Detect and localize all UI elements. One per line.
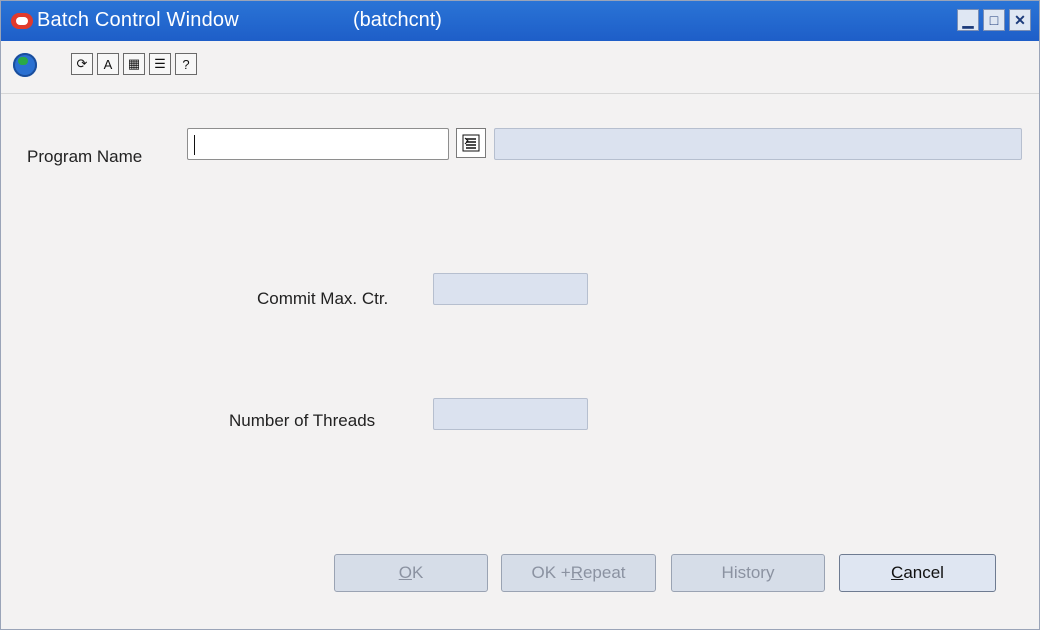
commit-max-field (433, 273, 588, 305)
spell-icon[interactable]: A (97, 53, 119, 75)
toolbar: ⟳ A ▦ ☰ ? (1, 41, 1039, 94)
ok-repeat-rest: epeat (582, 563, 626, 582)
globe-icon[interactable] (13, 53, 37, 77)
cancel-mnemonic: C (891, 563, 904, 582)
window-controls: ▁ □ ✕ (957, 9, 1031, 31)
history-label: History (721, 563, 775, 582)
commit-max-label: Commit Max. Ctr. (257, 289, 389, 308)
note-icon[interactable]: ☰ (149, 53, 171, 75)
refresh-icon[interactable]: ⟳ (71, 53, 93, 75)
ok-rest: K (411, 563, 424, 582)
ok-repeat-mnemonic: R (570, 563, 583, 582)
close-button[interactable]: ✕ (1009, 9, 1031, 31)
title-bar[interactable]: Batch Control Window (batchcnt) ▁ □ ✕ (1, 1, 1039, 41)
help-icon[interactable]: ? (175, 53, 197, 75)
ok-mnemonic: O (398, 563, 412, 582)
cancel-rest: ancel (903, 563, 944, 582)
batch-control-window: Batch Control Window (batchcnt) ▁ □ ✕ ⟳ … (0, 0, 1040, 630)
threads-label: Number of Threads (229, 411, 376, 430)
ok-repeat-prefix: OK + (531, 563, 571, 582)
window-title: Batch Control Window (37, 9, 239, 31)
text-caret (194, 135, 195, 155)
history-button[interactable]: History (671, 554, 825, 592)
program-description-field (494, 128, 1022, 160)
list-of-values-button[interactable] (456, 128, 486, 158)
list-icon (462, 134, 480, 152)
maximize-button[interactable]: □ (983, 9, 1005, 31)
program-name-input[interactable] (187, 128, 449, 160)
window-id: (batchcnt) (353, 9, 442, 31)
minimize-button[interactable]: ▁ (957, 9, 979, 31)
oracle-app-icon (11, 13, 33, 29)
program-name-label: Program Name (27, 147, 143, 166)
threads-field (433, 398, 588, 430)
ok-repeat-button[interactable]: OK + Repeat (501, 554, 656, 592)
cancel-button[interactable]: Cancel (839, 554, 996, 592)
calendar-icon[interactable]: ▦ (123, 53, 145, 75)
ok-button[interactable]: OK (334, 554, 488, 592)
